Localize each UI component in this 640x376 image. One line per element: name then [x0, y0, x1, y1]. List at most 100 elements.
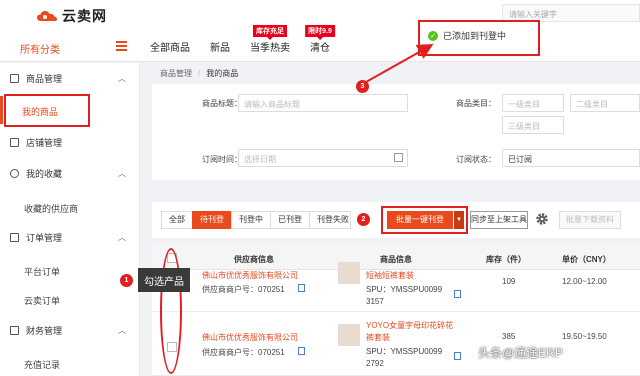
all-categories-label[interactable]: 所有分类 [20, 41, 60, 56]
table-row: 佛山市优优秀服饰有限公司 供应商商户号：070251 短袖短裤套装 SPU：YM… [152, 262, 640, 312]
callout-select-product: 勾选产品 [138, 268, 190, 292]
supplier-id: 供应商商户号：070251 [202, 285, 285, 294]
top-bar: 云卖网 所有分类 全部商品 新品 库存充足 当季热卖 限时9.9 清仓 请输入关键字 [0, 0, 640, 62]
tab-published[interactable]: 已刊登 [270, 211, 310, 229]
main-nav: 全部商品 新品 库存充足 当季热卖 限时9.9 清仓 [150, 25, 350, 54]
category-level3-select[interactable]: 三级类目 [502, 116, 564, 134]
nav-label: 清仓 [310, 43, 330, 54]
breadcrumb: 商品管理 / 我的商品 [160, 69, 239, 78]
nav-hot[interactable]: 库存充足 当季热卖 [250, 25, 290, 54]
table-header: 供应商信息 商品信息 库存（件） 单价（CNY） [152, 246, 640, 270]
calendar-icon [394, 153, 403, 162]
highlight-box-my-products [4, 94, 90, 127]
time-label: 订阅时间： [202, 155, 242, 164]
copy-icon[interactable] [454, 352, 461, 360]
category-level1-select[interactable]: 一级类目 [502, 94, 564, 112]
product-name-link[interactable]: 短袖短裤套装 [366, 270, 414, 281]
nav-all-products[interactable]: 全部商品 [150, 39, 190, 54]
gear-icon[interactable] [535, 212, 549, 226]
nav-label: 当季热卖 [250, 43, 290, 54]
bulk-publish-button[interactable]: 批量一键刊登 [387, 211, 453, 229]
category-level2-select[interactable]: 二级类目 [570, 94, 640, 112]
sync-button[interactable]: 同步至上架工具 [470, 211, 528, 229]
product-name-line2[interactable]: 裤套装 [366, 332, 390, 343]
sidebar-group-products[interactable]: 商品管理 ︿ [0, 67, 140, 89]
logo[interactable]: 云卖网 [36, 6, 107, 26]
product-name-link[interactable]: YOYO女童字母印花碎花 [366, 320, 453, 331]
copy-icon[interactable] [298, 284, 305, 292]
spu-code-suffix: 3157 [366, 297, 384, 306]
status-tabs: 全部 待刊登 刊登中 已刊登 刊登失败 [161, 211, 351, 229]
highlight-box-bulk-publish: 批量一键刊登 ▼ [381, 206, 468, 234]
spu-code: SPU：YMSSPU0099 [366, 285, 443, 294]
nav-new[interactable]: 新品 [210, 39, 230, 54]
title-input[interactable]: 请输入商品标题 [238, 94, 408, 112]
breadcrumb-root[interactable]: 商品管理 [160, 69, 192, 78]
finance-icon [10, 325, 19, 335]
active-indicator [0, 96, 3, 124]
action-toolbar: 全部 待刊登 刊登中 已刊登 刊登失败 批量一键刊登 ▼ 同步至上架工具 批量下… [152, 202, 640, 238]
spu-code-suffix: 2792 [366, 359, 384, 368]
sidebar-group-favorites[interactable]: 我的收藏 ︿ [0, 162, 140, 184]
stock-value: 109 [502, 277, 516, 286]
cloud-logo-icon [37, 11, 57, 21]
sidebar-group-label: 商品管理 [26, 73, 63, 84]
copy-icon[interactable] [454, 290, 461, 298]
nav-clearance[interactable]: 限时9.9 清仓 [305, 25, 335, 54]
col-stock: 库存（件） [486, 255, 526, 264]
sidebar-item-recharge[interactable]: 充值记录 [24, 358, 60, 371]
brand-name: 云卖网 [62, 8, 107, 24]
tab-pending[interactable]: 待刊登 [192, 211, 232, 229]
sidebar-group-finance[interactable]: 财务管理 ︿ [0, 319, 140, 341]
highlight-oval-checkboxes [160, 248, 182, 374]
sidebar-item-fav-suppliers[interactable]: 收藏的供应商 [24, 202, 78, 215]
toast-message: 已添加到刊登中 [443, 31, 507, 41]
chevron-up-icon: ︿ [118, 73, 126, 83]
sidebar-group-label: 订单管理 [26, 232, 63, 243]
chevron-up-icon: ︿ [118, 168, 126, 178]
nav-tag-badge: 限时9.9 [305, 25, 335, 40]
nav-label: 全部商品 [150, 43, 190, 54]
product-table: 供应商信息 商品信息 库存（件） 单价（CNY） 佛山市优优秀服饰有限公司 供应… [152, 246, 640, 376]
status-select[interactable]: 已订阅 [502, 149, 640, 167]
chevron-down-icon[interactable]: ▼ [454, 211, 464, 229]
nav-label: 新品 [210, 43, 230, 54]
page: 云卖网 所有分类 全部商品 新品 库存充足 当季热卖 限时9.9 清仓 请输入关键字… [0, 0, 640, 376]
col-product: 商品信息 [380, 255, 412, 264]
sidebar-group-store[interactable]: 店铺管理 [0, 131, 140, 153]
sidebar-group-label: 我的收藏 [26, 168, 63, 179]
filter-panel: 商品标题： 请输入商品标题 商品类目： 一级类目 二级类目 三级类目 订阅时间：… [152, 84, 640, 180]
sidebar-item-platform-orders[interactable]: 平台订单 [24, 265, 60, 278]
step-badge-1: 1 [120, 274, 133, 287]
sidebar: 商品管理 ︿ 我的商品 店铺管理 我的收藏 ︿ 收藏的供应商 订单管理 ︿ 平台… [0, 63, 140, 376]
status-label: 订阅状态： [456, 155, 496, 164]
chevron-up-icon: ︿ [118, 325, 126, 335]
product-thumbnail[interactable] [338, 324, 360, 346]
tab-all[interactable]: 全部 [161, 211, 193, 229]
supplier-name-link[interactable]: 佛山市优优秀服饰有限公司 [202, 270, 298, 281]
date-picker-input[interactable]: 选择日期 [238, 149, 408, 167]
menu-icon[interactable] [116, 41, 127, 51]
bulk-download-button[interactable]: 批量下载资料 [559, 211, 621, 229]
price-value: 19.50~19.50 [562, 332, 607, 341]
product-thumbnail[interactable] [338, 262, 360, 284]
table-row: 佛山市优优秀服饰有限公司 供应商商户号：070251 YOYO女童字母印花碎花 … [152, 312, 640, 376]
supplier-id: 供应商商户号：070251 [202, 348, 285, 357]
sidebar-item-yunmai-orders[interactable]: 云卖订单 [24, 294, 60, 307]
col-price: 单价（CNY） [562, 255, 611, 264]
spu-code: SPU：YMSSPU0099 [366, 347, 443, 356]
breadcrumb-current: 我的商品 [206, 69, 239, 78]
supplier-name-link[interactable]: 佛山市优优秀服饰有限公司 [202, 332, 298, 343]
date-placeholder: 选择日期 [244, 155, 276, 164]
tab-publishing[interactable]: 刊登中 [231, 211, 271, 229]
price-value: 12.00~12.00 [562, 277, 607, 286]
success-toast: ✓ 已添加到刊登中 [418, 20, 540, 56]
title-label: 商品标题： [202, 99, 242, 108]
star-icon [10, 168, 19, 178]
check-circle-icon: ✓ [428, 30, 438, 41]
copy-icon[interactable] [298, 347, 305, 355]
tab-failed[interactable]: 刊登失败 [309, 211, 351, 229]
sidebar-group-orders[interactable]: 订单管理 ︿ [0, 226, 140, 248]
order-icon [10, 232, 19, 242]
sidebar-group-label: 财务管理 [26, 325, 63, 336]
